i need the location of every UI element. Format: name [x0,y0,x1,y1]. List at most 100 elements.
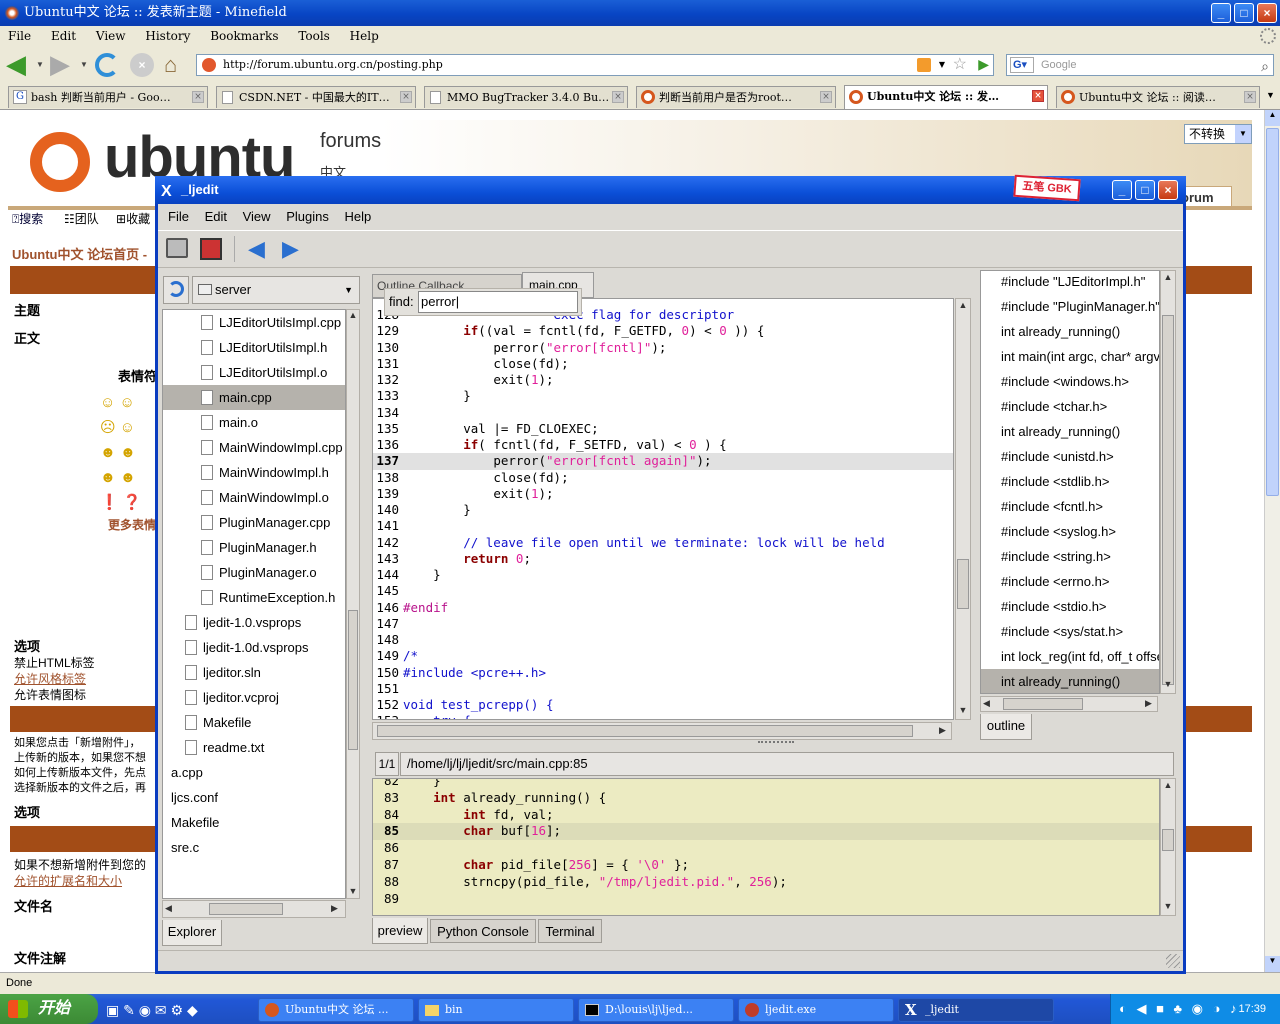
back-dropdown-icon[interactable]: ▼ [36,60,44,69]
tree-item[interactable]: ljedit-1.0d.vsprops [163,635,345,660]
back-icon[interactable]: ◀ [6,51,34,78]
outline-item[interactable]: #include <fcntl.h> [981,494,1159,519]
search-input[interactable]: G▾ Google ⌕ [1006,54,1274,76]
scroll-thumb[interactable] [957,559,969,609]
tree-item[interactable]: Makefile [163,710,345,735]
reload-icon[interactable] [95,53,119,77]
tree-item[interactable]: LJEditorUtilsImpl.cpp [163,310,345,335]
explorer-icon[interactable]: ◉ [139,1002,151,1018]
url-input[interactable]: http://forum.ubuntu.org.cn/posting.php ▼… [196,54,994,76]
tree-item[interactable]: LJEditorUtilsImpl.h [163,335,345,360]
tree-item[interactable]: MainWindowImpl.cpp [163,435,345,460]
scroll-thumb[interactable] [1266,128,1279,496]
ljedit-menu-view[interactable]: View [243,209,271,224]
resize-grip-icon[interactable] [1166,954,1180,968]
tab-close-icon[interactable]: × [1032,90,1044,102]
scroll-thumb[interactable] [348,610,358,750]
outline-list[interactable]: #include "LJEditorImpl.h" #include "Plugi… [980,270,1160,694]
menu-view[interactable]: View [96,29,126,43]
tree-item[interactable]: PluginManager.cpp [163,510,345,535]
tab-item[interactable]: MMO BugTracker 3.4.0 Bu… × [424,86,628,108]
ljedit-menu-help[interactable]: Help [344,209,371,224]
tab-list-dropdown-icon[interactable]: ▼ [1266,90,1275,100]
nav-back-icon[interactable]: ◀ [248,236,265,262]
extensions-link[interactable]: 允许的扩展名和大小 [14,872,122,889]
scroll-right-icon[interactable]: ▶ [331,903,338,914]
favorites-link[interactable]: ⊞收藏 [116,210,150,227]
tree-item[interactable]: ljedit-1.0.vsprops [163,610,345,635]
page-scrollbar[interactable]: ▲ ▼ [1264,110,1280,972]
outline-item[interactable]: int lock_reg(int fd, off_t offset) [981,644,1159,669]
outline-item[interactable]: #include <stdlib.h> [981,469,1159,494]
mail-icon[interactable]: ✉ [155,1002,167,1018]
start-button[interactable]: 开始 [0,994,98,1024]
tree-item[interactable]: Makefile [163,810,345,835]
scroll-thumb[interactable] [1162,829,1174,851]
scroll-left-icon[interactable]: ◀ [983,698,990,709]
tree-item[interactable]: a.cpp [163,760,345,785]
scroll-down-icon[interactable]: ▼ [1162,679,1174,689]
outline-item[interactable]: #include <windows.h> [981,369,1159,394]
ljedit-menu-file[interactable]: File [168,209,189,224]
tree-item[interactable]: PluginManager.o [163,560,345,585]
tab-terminal[interactable]: Terminal [538,919,602,943]
scroll-up-icon[interactable]: ▲ [347,310,359,320]
tab-preview[interactable]: preview [372,918,428,944]
outline-item[interactable]: #include <errno.h> [981,569,1159,594]
tree-item[interactable]: MainWindowImpl.o [163,485,345,510]
outline-tab[interactable]: outline [980,714,1032,740]
option-bbcode[interactable]: 允许风格标签 [14,670,86,687]
minimize-button[interactable]: _ [1211,3,1231,23]
menu-tools[interactable]: Tools [298,29,330,43]
search-link[interactable]: ⍰搜索 [12,210,43,227]
tree-item[interactable]: PluginManager.h [163,535,345,560]
option-html[interactable]: 禁止HTML标签 [14,654,95,671]
tab-close-icon[interactable]: × [192,91,204,103]
tab-close-icon[interactable]: × [400,91,412,103]
option-smilies[interactable]: 允许表情图标 [14,686,86,703]
tree-item[interactable]: ljeditor.sln [163,660,345,685]
task-ljedit[interactable]: X _ljedit [898,998,1054,1022]
outline-item[interactable]: int already_running() [981,319,1159,344]
close-button[interactable]: × [1257,3,1277,23]
tab-close-icon[interactable]: × [820,91,832,103]
exit-icon[interactable] [200,238,222,260]
tab-item[interactable]: CSDN.NET - 中国最大的IT… × [216,86,416,108]
scroll-thumb[interactable] [377,725,913,737]
tab-item[interactable]: Ubuntu中文 论坛 :: 阅读… × [1056,86,1260,108]
explorer-tab[interactable]: Explorer [162,920,222,946]
tab-close-icon[interactable]: × [1244,91,1256,103]
menu-bookmarks[interactable]: Bookmarks [210,29,278,43]
tab-item[interactable]: Gbash 判断当前用户 - Goo… × [8,86,208,108]
ljedit-minimize-button[interactable]: _ [1112,180,1132,200]
google-engine-icon[interactable]: G▾ [1010,57,1034,73]
menu-edit[interactable]: Edit [51,29,76,43]
editor-hscrollbar[interactable]: ▶ [372,722,952,740]
refresh-button[interactable] [163,276,189,304]
tree-hscrollbar[interactable]: ◀ ▶ [162,900,346,918]
url-dropdown-icon[interactable]: ▼ [939,55,945,75]
ljedit-menu-plugins[interactable]: Plugins [286,209,329,224]
outline-item[interactable]: #include <syslog.h> [981,519,1159,544]
outline-hscrollbar[interactable]: ◀ ▶ [980,696,1158,712]
breadcrumb[interactable]: Ubuntu中文 论坛首页 - [12,244,147,263]
notepad-icon[interactable]: ✎ [123,1002,135,1018]
outline-item[interactable]: #include <sys/stat.h> [981,619,1159,644]
task-ljedit-exe[interactable]: ljedit.exe [738,998,894,1022]
scroll-right-icon[interactable]: ▶ [939,725,946,736]
scroll-down-icon[interactable]: ▼ [1162,901,1174,911]
tree-item[interactable]: sre.c [163,835,345,860]
tree-vscrollbar[interactable]: ▲ ▼ [346,309,360,899]
scroll-thumb[interactable] [1003,698,1083,710]
emoticon-grid[interactable]: ☺ ☺ ☹ ☺ ☻ ☻ ☻ ☻ ❗ ❓ [100,390,160,515]
scroll-up-icon[interactable]: ▲ [1162,780,1174,790]
stop-icon[interactable]: × [130,53,154,77]
task-cmd[interactable]: D:\louis\lj\ljed... [578,998,734,1022]
scroll-thumb[interactable] [1162,315,1174,685]
tree-item[interactable]: main.cpp [163,385,345,410]
tab-item-active[interactable]: Ubuntu中文 论坛 :: 发… × [844,85,1048,109]
search-icon[interactable]: ⌕ [1261,56,1269,76]
tab-close-icon[interactable]: × [612,91,624,103]
code-editor[interactable]: 128 -exec flag for descriptor129 if((val… [372,298,954,720]
explorer-tree[interactable]: LJEditorUtilsImpl.cpp LJEditorUtilsImpl.h… [162,309,346,899]
